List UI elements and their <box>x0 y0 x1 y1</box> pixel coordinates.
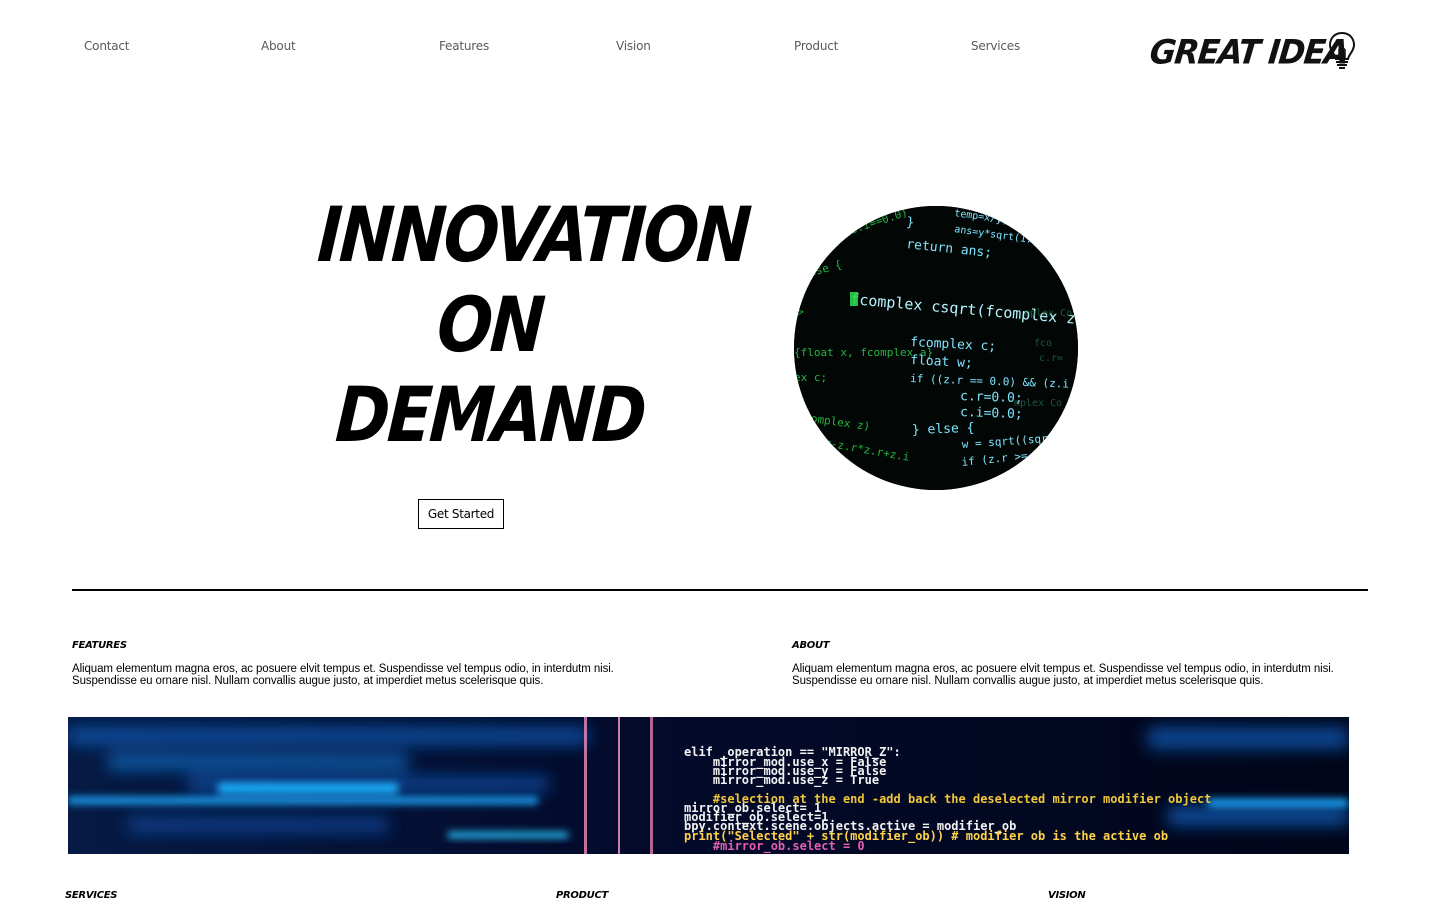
code-banner-image: elif _operation == "MIRROR_Z": mirror_mo… <box>68 717 1349 854</box>
section-divider <box>72 589 1368 591</box>
svg-text:} else {: } else { <box>912 421 975 438</box>
nav-link-services[interactable]: Services <box>971 39 1020 53</box>
hero-title-line-3: Demand <box>333 370 647 459</box>
features-text: Aliquam elementum magna eros, ac posuere… <box>72 663 614 687</box>
svg-text:ex c;: ex c; <box>794 371 827 384</box>
hero-code-image: sqrt((z.i==0.0) else { > {float x, fcomp… <box>794 206 1078 490</box>
nav-link-about[interactable]: About <box>261 39 296 53</box>
logo-text: GREAT IDEA <box>1147 32 1350 72</box>
nav-link-contact[interactable]: Contact <box>84 39 129 53</box>
code-line: #mirror_ob.select = 0 <box>684 839 865 853</box>
about-heading: About <box>792 640 830 651</box>
vision-heading: Vision <box>1048 890 1086 901</box>
product-heading: Product <box>556 890 609 901</box>
about-text: Aliquam elementum magna eros, ac posuere… <box>792 663 1334 687</box>
svg-text:fco: fco <box>1034 338 1052 349</box>
svg-text:}: } <box>906 215 915 231</box>
hero-title-line-1: Innovation <box>315 190 752 279</box>
services-heading: Services <box>65 890 118 901</box>
nav-link-vision[interactable]: Vision <box>616 39 651 53</box>
nav-link-features[interactable]: Features <box>439 39 489 53</box>
nav-link-product[interactable]: Product <box>794 39 838 53</box>
lightbulb-icon <box>1328 31 1356 69</box>
code-line: mirror_mod.use_z = True <box>684 773 880 787</box>
hero-title-line-2: On <box>434 280 546 369</box>
features-heading: Features <box>72 640 127 651</box>
get-started-button[interactable]: Get Started <box>418 499 504 529</box>
code-screen-illustration: sqrt((z.i==0.0) else { > {float x, fcomp… <box>794 206 1078 490</box>
hero-title: Innovation On Demand <box>290 190 752 460</box>
svg-text:mplex Co: mplex Co <box>1024 308 1072 319</box>
svg-text:c.r=: c.r= <box>1039 353 1063 364</box>
brand-logo[interactable]: GREAT IDEA <box>1147 27 1360 75</box>
svg-text:mplex Co: mplex Co <box>1014 398 1062 409</box>
